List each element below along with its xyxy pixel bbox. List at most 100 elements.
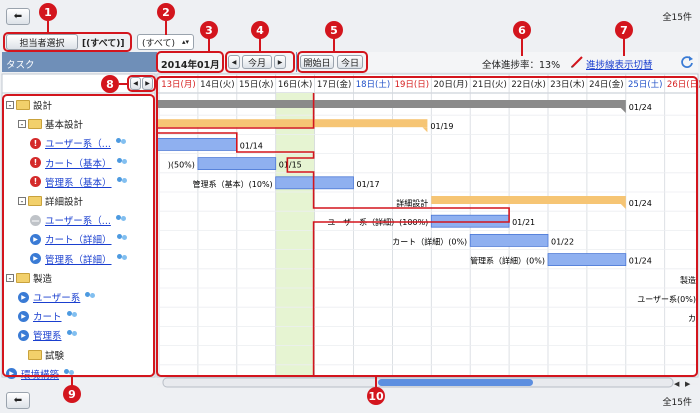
day-header-label: 17日(金) — [317, 79, 351, 90]
tree-task[interactable]: ▶ カート — [18, 308, 78, 324]
scroll-right-arrow[interactable]: ▶ — [685, 380, 691, 388]
horizontal-scrollbar-thumb[interactable] — [378, 379, 533, 386]
start-date-button[interactable]: 開始日 — [300, 55, 334, 69]
tree-task[interactable]: ▶ 管理系 — [18, 327, 78, 343]
task-bar — [157, 100, 626, 108]
tree-task-link[interactable]: 管理系 — [33, 328, 62, 342]
collapse-toggle-icon[interactable]: - — [18, 120, 26, 129]
tree-task[interactable]: ▶ カート（詳細） — [30, 231, 128, 247]
this-month-button[interactable]: 今月 — [242, 55, 272, 69]
bar-end-date-label: 01/17 — [357, 180, 380, 189]
day-header-label: 25日(土) — [628, 79, 662, 90]
folder-icon — [28, 196, 42, 206]
done-status-icon: — — [30, 214, 41, 226]
bar-progress-label: カ — [688, 314, 696, 323]
prev-month-button[interactable]: ◀ — [228, 55, 240, 69]
task-bar — [275, 176, 354, 190]
tree-task-link[interactable]: カート — [33, 309, 62, 323]
bar-progress-label: 管理系（基本）(10%) — [193, 179, 273, 189]
day-header-label: 20日(月) — [434, 80, 468, 90]
today-button[interactable]: 今日 — [337, 55, 363, 69]
collapse-toggle-icon[interactable]: - — [18, 197, 26, 206]
tree-task[interactable]: ! ユーザー系（... — [30, 135, 127, 151]
bar-progress-label: ユーザー系(0%) — [637, 294, 696, 304]
bar-end-date-label: 01/21 — [512, 218, 535, 227]
play-status-icon: ▶ — [30, 233, 41, 245]
tree-folder[interactable]: - 製造 — [6, 270, 52, 286]
alert-status-icon: ! — [30, 157, 41, 169]
users-icon — [116, 253, 128, 264]
collapse-toggle-icon[interactable]: - — [6, 273, 14, 282]
callout-pointer-2 — [165, 21, 167, 35]
users-icon — [63, 368, 75, 379]
play-status-icon: ▶ — [18, 329, 29, 341]
tree-task-link[interactable]: 環境構築 — [21, 367, 59, 381]
callout-4: 4 — [251, 21, 269, 39]
tree-task-link[interactable]: ユーザー系（... — [45, 213, 111, 227]
tree-task[interactable]: ▶ 管理系（詳細） — [30, 251, 128, 267]
bar-end-date-label: 01/24 — [629, 199, 652, 208]
scroll-dates-right-button[interactable]: ▶ — [142, 77, 153, 90]
tree-task-link[interactable]: ユーザー系 — [33, 290, 80, 304]
tree-task-link[interactable]: ユーザー系（... — [45, 136, 111, 150]
users-icon — [84, 292, 96, 302]
total-count-bottom: 全15件 — [662, 398, 692, 408]
collapse-toggle-icon[interactable]: - — [6, 101, 14, 110]
users-icon — [66, 311, 78, 321]
day-header-label: 15日(水) — [239, 79, 273, 90]
triangle-left-icon: ◀ — [133, 80, 138, 87]
progress-line-toggle-text[interactable]: 進捗線表示切替 — [586, 60, 653, 71]
tree-task-link[interactable]: カート（基本） — [45, 156, 112, 170]
callout-pointer-4 — [259, 38, 261, 52]
bar-end-date-label: 01/14 — [240, 141, 263, 150]
today-column — [275, 93, 315, 377]
tree-folder[interactable]: - 設計 — [6, 97, 52, 113]
tree-task[interactable]: ! カート（基本） — [30, 155, 128, 171]
task-bar — [469, 233, 549, 247]
day-header-label: 24日(金) — [589, 79, 623, 90]
callout-5: 5 — [325, 21, 343, 39]
callout-pointer-7 — [623, 38, 625, 56]
back-button-bottom[interactable]: ⬅ — [6, 392, 30, 409]
tree-folder[interactable]: - 詳細設計 — [18, 193, 83, 209]
day-header-label: 16日(木) — [278, 79, 312, 90]
day-header-label: 21日(火) — [472, 80, 506, 90]
play-status-icon: ▶ — [18, 310, 29, 322]
scroll-dates-left-button[interactable]: ◀ — [130, 77, 141, 90]
progress-line-toggle-link[interactable]: 進捗線表示切替 — [586, 57, 653, 71]
users-icon — [116, 176, 128, 187]
bar-end-date-label: 01/15 — [279, 161, 302, 170]
refresh-icon[interactable] — [680, 55, 694, 69]
tree-folder[interactable]: - 基本設計 — [18, 116, 83, 132]
tree-folder[interactable]: 試験 — [18, 347, 64, 363]
callout-6: 6 — [513, 21, 531, 39]
callout-pointer-5 — [333, 38, 335, 52]
tree-task[interactable]: ▶ ユーザー系 — [18, 289, 96, 305]
task-bar — [156, 137, 238, 151]
tree-task[interactable]: ! 管理系（基本） — [30, 174, 128, 190]
day-header-label: 19日(日) — [395, 80, 429, 90]
bar-end-date-label: 01/19 — [430, 122, 453, 131]
tree-task[interactable]: ▶ 環境構築 — [6, 366, 75, 382]
tree-task-link[interactable]: カート（詳細） — [45, 232, 112, 246]
callout-9: 9 — [63, 385, 81, 403]
tree-folder-label: 設計 — [33, 101, 53, 112]
tree-task-link[interactable]: 管理系（詳細） — [45, 252, 112, 266]
tree-task-link[interactable]: 管理系（基本） — [45, 175, 112, 189]
next-month-button[interactable]: ▶ — [274, 55, 286, 69]
bar-end-date-label: 01/24 — [629, 257, 652, 266]
bar-progress-label: )(50%) — [168, 161, 195, 170]
alert-status-icon: ! — [30, 176, 41, 188]
tree-folder-label: 詳細設計 — [45, 197, 84, 208]
play-status-icon: ▶ — [18, 291, 29, 303]
grid-bg — [156, 92, 699, 378]
task-bar — [157, 119, 428, 128]
alert-status-icon: ! — [30, 137, 41, 149]
triangle-left-icon: ◀ — [231, 58, 237, 66]
tree-task[interactable]: — ユーザー系（... — [30, 212, 127, 228]
scroll-left-arrow[interactable]: ◀ — [674, 380, 680, 388]
bar-progress-label: 製造 — [680, 275, 696, 285]
callout-3: 3 — [200, 21, 218, 39]
bar-progress-label: 管理系（詳細）(0%) — [470, 256, 545, 266]
day-header-label: 14日(火) — [200, 80, 234, 90]
